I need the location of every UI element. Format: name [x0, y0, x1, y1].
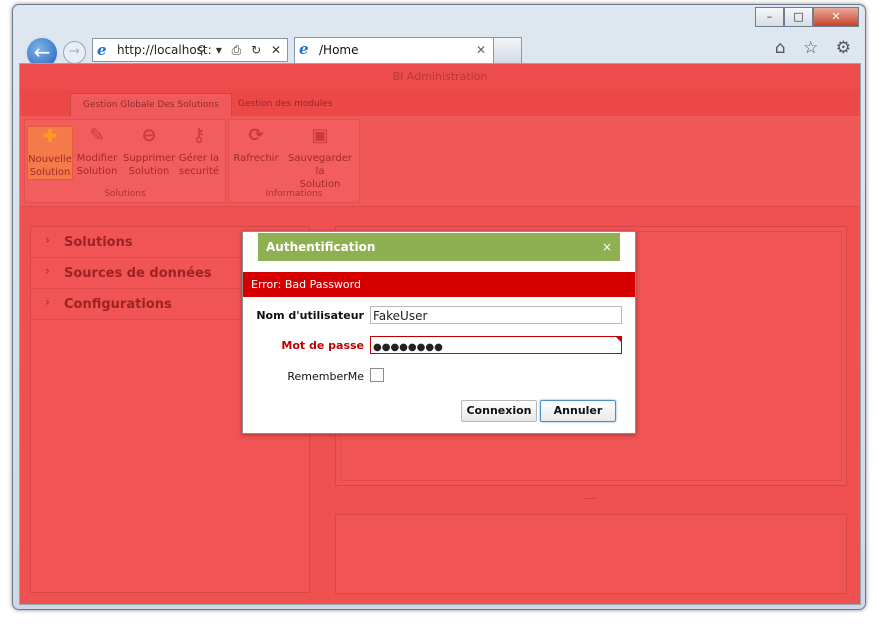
tab-gestion-modules[interactable]: Gestion des modules: [226, 93, 345, 115]
remember-label: RememberMe: [287, 370, 364, 383]
tab-close-icon[interactable]: ✕: [476, 38, 486, 63]
gerer-securite-button[interactable]: ⚷ Gérer la securité: [177, 126, 221, 178]
edit-icon: ✎: [89, 125, 105, 146]
tab-home[interactable]: e/Home ✕: [294, 37, 494, 63]
group-solutions: ✚ Nouvelle Solution ✎ Modifier Solution ⊖ …: [24, 119, 226, 203]
app-title: BI Administration: [20, 64, 860, 90]
chevron-right-icon: ›: [45, 233, 50, 247]
arrow-right-icon: →: [69, 44, 80, 59]
ribbon: ✚ Nouvelle Solution ✎ Modifier Solution ⊖ …: [20, 116, 860, 207]
detail-panel: [335, 514, 847, 594]
dialog-title: Authentification: [266, 240, 376, 254]
ie-tab-icon: e: [299, 40, 309, 58]
annuler-button[interactable]: Annuler: [540, 400, 616, 422]
password-label: Mot de passe: [281, 339, 364, 352]
key-icon: ⚷: [192, 125, 206, 146]
address-bar[interactable]: e http://localhost: ⚲ ▾ ⎙ ↻ ✕: [92, 38, 288, 62]
connexion-button[interactable]: Connexion: [461, 400, 537, 422]
group-informations-label: Informations: [265, 189, 323, 199]
browser-tools[interactable]: ⌂ ☆ ⚙: [775, 38, 857, 58]
refresh-icon: ⟳: [248, 125, 264, 146]
tab-title: /Home: [319, 43, 359, 57]
tab-gestion-globale[interactable]: Gestion Globale Des Solutions: [70, 93, 232, 116]
remember-me-checkbox[interactable]: [370, 368, 384, 382]
close-icon[interactable]: ×: [602, 233, 612, 261]
splitter-handle[interactable]: [585, 498, 595, 499]
username-label: Nom d'utilisateur: [256, 309, 364, 322]
window-controls: – □ ✕: [755, 7, 859, 27]
minimize-button[interactable]: –: [755, 7, 784, 27]
password-field[interactable]: ●●●●●●●●: [370, 336, 622, 354]
nouvelle-solution-button[interactable]: ✚ Nouvelle Solution: [27, 126, 73, 180]
dialog-header: Authentification ×: [258, 233, 620, 261]
chevron-right-icon: ›: [45, 264, 50, 278]
address-tools[interactable]: ⚲ ▾ ⎙ ↻ ✕: [197, 39, 284, 61]
close-window-button[interactable]: ✕: [813, 7, 859, 27]
password-value: ●●●●●●●●: [373, 342, 443, 353]
error-banner: Error: Bad Password: [243, 272, 635, 297]
sauvegarder-solution-button[interactable]: ▣ Sauvegarder la Solution: [283, 126, 357, 191]
error-corner-marker: [616, 337, 621, 342]
group-informations: ⟳ Rafrechir ▣ Sauvegarder la Solution Inf…: [228, 119, 360, 203]
ie-page-icon: e: [97, 41, 107, 59]
ribbon-tabs: Gestion Globale Des Solutions Gestion de…: [20, 90, 860, 116]
save-icon: ▣: [311, 125, 329, 146]
plus-icon: ✚: [42, 126, 58, 147]
modifier-solution-button[interactable]: ✎ Modifier Solution: [75, 126, 119, 178]
forward-button[interactable]: →: [63, 41, 86, 64]
error-text: Error: Bad Password: [251, 278, 361, 291]
chevron-right-icon: ›: [45, 295, 50, 309]
new-tab-button[interactable]: [493, 37, 522, 63]
group-solutions-label: Solutions: [104, 189, 146, 199]
auth-dialog: Authentification × Error: Bad Password N…: [242, 231, 636, 434]
maximize-button[interactable]: □: [784, 7, 813, 27]
arrow-left-icon: ←: [33, 40, 51, 64]
username-field[interactable]: FakeUser: [370, 306, 622, 324]
delete-icon: ⊖: [141, 125, 157, 146]
rafrechir-button[interactable]: ⟳ Rafrechir: [231, 126, 281, 165]
supprimer-solution-button[interactable]: ⊖ Supprimer Solution: [123, 126, 175, 178]
